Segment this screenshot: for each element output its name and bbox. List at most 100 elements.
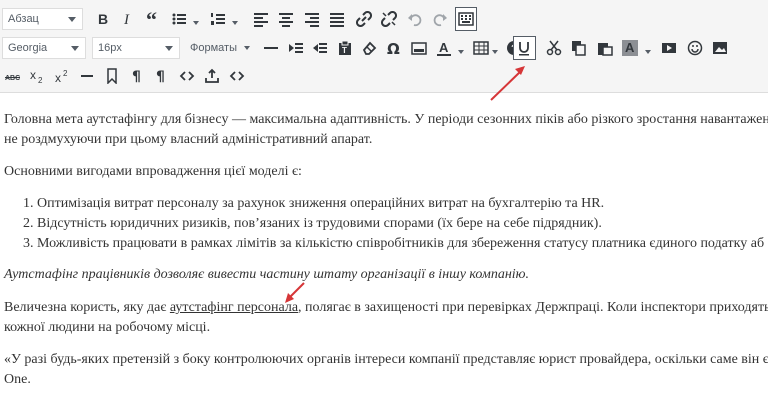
table-button[interactable] — [470, 36, 492, 60]
subscript-button[interactable]: x2 — [26, 64, 48, 88]
formats-menu-button[interactable]: Форматы — [186, 37, 256, 59]
insert-image-button[interactable] — [408, 36, 430, 60]
paragraph-4-text: , полягає в захищеності при перевірках Д… — [298, 300, 768, 315]
align-center-button[interactable] — [275, 7, 297, 31]
cut-button[interactable] — [543, 36, 565, 60]
svg-text:T: T — [342, 46, 347, 55]
show-blocks-icon: ¶ — [156, 69, 165, 84]
chevron-down-icon[interactable] — [193, 21, 199, 25]
paragraph-icon: ¶ — [132, 69, 141, 84]
background-color-icon: A — [622, 40, 638, 56]
bookmark-button[interactable] — [101, 64, 123, 88]
paste-text-button[interactable]: T — [334, 36, 356, 60]
numbered-list-icon — [211, 13, 225, 25]
svg-text:x: x — [55, 71, 61, 84]
text-color-icon: A — [437, 40, 451, 56]
redo-icon — [433, 14, 447, 27]
svg-text:Ω: Ω — [387, 40, 400, 56]
paragraph-5-line-1: «У разі будь-яких претензій з боку контр… — [4, 352, 768, 367]
italic-button[interactable]: I — [116, 7, 138, 31]
bookmark-icon — [107, 68, 117, 84]
svg-text:ABC: ABC — [5, 75, 20, 82]
code-icon — [179, 71, 195, 81]
list-item: 2. Відсутність юридичних ризиків, пов’яз… — [23, 214, 602, 234]
image-icon — [411, 42, 427, 55]
undo-button[interactable] — [404, 7, 426, 31]
italic-icon: I — [123, 12, 130, 27]
list-number: 3. — [23, 236, 34, 251]
clear-formatting-icon — [362, 41, 377, 55]
align-left-icon — [254, 13, 268, 27]
insert-button[interactable] — [201, 64, 223, 88]
formats-menu-label: Форматы — [190, 42, 237, 54]
redo-button[interactable] — [429, 7, 451, 31]
paragraph-4-line-2: кожної людини на робочому місці. — [4, 320, 211, 335]
paragraph-1-line-2: не роздмухуючи при цьому власний адмініс… — [4, 132, 373, 147]
emoticons-button[interactable] — [684, 36, 706, 60]
link-button[interactable] — [353, 7, 375, 31]
blockquote-icon: “ — [146, 11, 157, 27]
paste-button[interactable] — [594, 36, 616, 60]
underline-button[interactable] — [513, 36, 536, 60]
svg-text:“: “ — [146, 11, 157, 27]
align-justify-button[interactable] — [326, 7, 348, 31]
superscript-button[interactable]: x2 — [51, 64, 73, 88]
source-code-button[interactable] — [226, 64, 248, 88]
align-justify-icon — [330, 13, 344, 27]
blockquote-button[interactable]: “ — [142, 7, 164, 31]
copy-button[interactable] — [568, 36, 590, 60]
chevron-down-icon — [71, 46, 79, 51]
emoticons-icon — [687, 40, 703, 56]
underlined-text[interactable]: аутстафінг персонала — [170, 300, 298, 315]
media-icon — [662, 43, 676, 53]
format-select-value: Абзац — [8, 13, 39, 25]
font-size-select-value: 16px — [98, 42, 122, 54]
unlink-button[interactable] — [378, 7, 400, 31]
chevron-down-icon[interactable] — [645, 50, 651, 54]
list-number: 2. — [23, 216, 34, 231]
outdent-button[interactable] — [309, 36, 331, 60]
chevron-down-icon[interactable] — [458, 50, 464, 54]
code-button[interactable] — [176, 64, 198, 88]
horizontal-rule-button[interactable] — [260, 36, 282, 60]
align-right-icon — [305, 13, 319, 27]
svg-text:B: B — [98, 11, 108, 27]
svg-text:A: A — [625, 40, 635, 55]
bold-button[interactable]: B — [92, 7, 114, 31]
italic-paragraph: Аутстафінг працівників дозволяє вивести … — [4, 267, 530, 282]
bullet-list-button[interactable] — [168, 7, 190, 31]
special-character-button[interactable]: Ω — [383, 36, 405, 60]
format-select[interactable]: Абзац — [2, 8, 83, 30]
svg-text:2: 2 — [38, 76, 43, 84]
clear-formatting-button[interactable] — [358, 36, 380, 60]
strikethrough-button[interactable]: ABC — [2, 64, 24, 88]
font-family-select-value: Georgia — [8, 42, 48, 54]
chevron-down-icon[interactable] — [232, 21, 238, 25]
font-family-select[interactable]: Georgia — [2, 37, 86, 59]
source-code-icon — [229, 71, 245, 81]
show-blocks-button[interactable]: ¶ — [150, 64, 172, 88]
list-item-text: Відсутність юридичних ризиків, пов’язани… — [37, 216, 602, 231]
font-size-select[interactable]: 16px — [92, 37, 180, 59]
paragraph-button[interactable]: ¶ — [126, 64, 148, 88]
align-left-button[interactable] — [250, 7, 272, 31]
insert-media-button[interactable] — [658, 36, 680, 60]
text-color-button[interactable]: A — [433, 36, 455, 60]
numbered-list-button[interactable] — [207, 7, 229, 31]
superscript-icon: x2 — [55, 69, 68, 84]
horizontal-line-button[interactable] — [76, 64, 98, 88]
background-color-button[interactable]: A — [619, 36, 641, 60]
toolbar-toggle-button[interactable] — [455, 7, 477, 31]
insert-picture-button[interactable] — [709, 36, 731, 60]
chevron-down-icon[interactable] — [492, 50, 498, 54]
copy-icon — [572, 41, 586, 56]
editor-toolbar: Абзац B I “ Georgia 16px Форматы T Ω A A… — [0, 0, 768, 93]
align-right-button[interactable] — [301, 7, 323, 31]
paragraph-4-text: Величезна користь, яку дає — [4, 300, 170, 315]
paragraph-1-line-1: Головна мета аутстафінгу для бізнесу — м… — [4, 112, 768, 127]
align-center-icon — [279, 13, 293, 27]
svg-text:A: A — [439, 40, 449, 55]
chevron-down-icon — [68, 17, 76, 22]
undo-icon — [408, 14, 422, 27]
indent-button[interactable] — [285, 36, 307, 60]
